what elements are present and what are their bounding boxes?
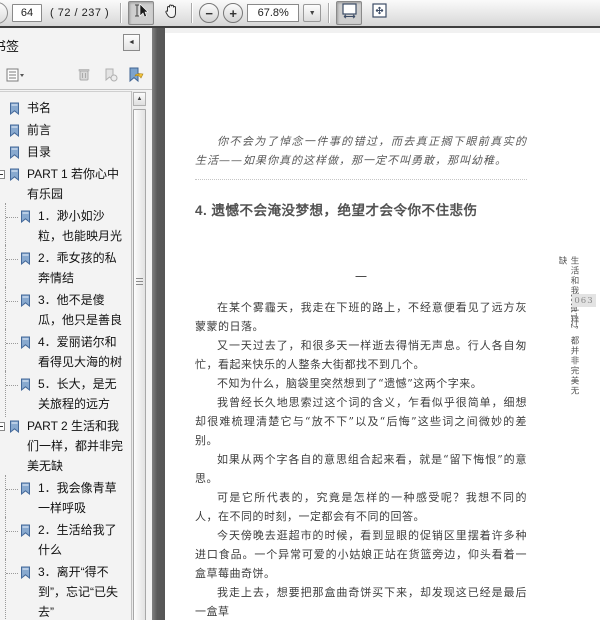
bookmark-outline-icon [103,67,118,82]
hand-tool-icon [163,3,179,24]
body-paragraphs: 在某个雾霾天，我走在下班的路上，不经意便看见了远方灰蒙蒙的日落。 又一天过去了，和… [195,298,527,620]
bookmark-icon [20,481,31,501]
bookmark-item[interactable]: 5．长大，是无关旅程的远方 [0,371,131,417]
body-paragraph: 又一天过去了，和很多天一样逝去得悄无声息。行人各自匆忙，看起来快乐的人整条大街都… [195,339,527,371]
bookmark-icon [20,251,31,271]
bookmark-item[interactable]: PART 1 若你心中有乐园 [0,163,131,205]
zoom-in-button[interactable]: + [223,3,244,23]
bookmark-list: 书名 前言 目录 PART 1 若你心中有乐园 1．渺小如沙粒，也能映月光 2．… [0,91,131,620]
bookmark-item[interactable]: 2．乖女孩的私奔情结 [0,245,131,291]
bookmark-label: PART 2 生活和我们一样，都并非完美无缺 [27,419,124,473]
main-toolbar: ( 72 / 237 ) − + 67.8% ▼ [0,0,600,28]
bookmark-icon [20,293,31,313]
chapter-quote: 你不会为了悼念一件事的错过，而去真正搁下眼前真实的生活——如果你真的这样做，那一… [195,135,527,167]
hand-tool-button[interactable] [158,1,184,25]
bookmark-item[interactable]: 2．生活给我了什么 [0,517,131,563]
body-paragraph: 如果从两个字各自的意思组合起来看，就是“留下悔恨”的意思。 [195,453,527,485]
fit-page-button[interactable] [366,1,392,25]
bookmark-label: 1．我会像青草一样呼吸 [38,481,117,515]
bookmarks-panel-header: 书签 ◄ [0,28,152,60]
bookmark-label: 5．长大，是无关旅程的远方 [38,377,117,411]
bookmark-icon [20,523,31,543]
bookmarks-toolbar [0,60,152,90]
bookmark-options-button[interactable] [6,65,26,85]
collapse-panel-button[interactable]: ◄ [123,34,140,51]
zoom-level-field[interactable]: 67.8% [247,4,300,22]
goto-bookmark-button[interactable] [126,65,146,85]
zoom-in-icon: + [229,5,237,21]
bookmarks-scrollbar[interactable]: ▲ [131,91,146,620]
bookmark-label: 4．爱丽诺尔和看得见大海的树 [38,335,123,369]
toolbar-separator [120,3,122,23]
dotted-divider [195,179,527,180]
section-heading: 4. 遗憾不会淹没梦想，绝望才会令你不住悲伤 [195,203,478,218]
page-count-label: ( 72 / 237 ) [50,7,110,19]
panel-divider[interactable] [152,28,165,620]
fit-width-icon [341,2,358,24]
bookmarks-panel-title: 书签 [0,39,20,54]
zoom-out-button[interactable]: − [199,3,220,23]
bookmark-icon [20,565,31,585]
bookmark-icon [20,209,31,229]
edit-bookmark-button[interactable] [100,65,120,85]
select-tool-button[interactable] [128,1,155,25]
fit-width-button[interactable] [336,1,363,25]
bookmark-arrow-icon [128,67,145,83]
scrollbar-grip [136,278,143,285]
pdf-reader-window: ( 72 / 237 ) − + 67.8% ▼ [0,0,600,620]
prev-page-button[interactable] [0,2,8,24]
bookmark-icon [20,377,31,397]
bookmark-label: 1．渺小如沙粒，也能映月光 [38,209,123,243]
bookmark-label: 3．他不是傻瓜，他只是善良 [38,293,123,327]
bookmark-item[interactable]: 前言 [0,119,131,141]
bookmark-label: 书名 [27,101,52,115]
body-paragraph: 我曾经长久地思索过这个词的含义，乍看似乎很简单，细想却很难梳理清楚它与“放不下”… [195,396,527,447]
zoom-dropdown-button[interactable]: ▼ [303,4,322,22]
document-page: 你不会为了悼念一件事的错过，而去真正搁下眼前真实的生活——如果你真的这样做，那一… [165,28,600,620]
scrollbar-thumb[interactable] [133,109,146,620]
body-paragraph: 我走上去，想要把那盒曲奇饼买下来，却发现这已经是最后一盒草 [195,586,527,618]
select-tool-icon [133,2,149,24]
collapse-node-icon[interactable] [0,422,5,431]
body-paragraph: 在某个雾霾天，我走在下班的路上，不经意便看见了远方灰蒙蒙的日落。 [195,301,527,333]
body-paragraph: 今天傍晚去逛超市的时候，看到显眼的促销区里摆着许多种进口食品。一个异常可爱的小姑… [195,529,527,580]
toolbar-separator [191,3,193,23]
bookmark-icon [9,101,20,121]
collapse-node-icon[interactable] [0,170,5,179]
bookmark-icon [9,123,20,143]
scroll-up-button[interactable]: ▲ [133,92,146,106]
bookmark-label: PART 1 若你心中有乐园 [27,167,120,201]
bookmark-item[interactable]: 3．他不是傻瓜，他只是善良 [0,287,131,333]
bookmark-icon [9,167,20,187]
options-list-icon [6,68,26,82]
zoom-out-icon: − [205,5,213,21]
bookmark-item[interactable]: 4．爱丽诺尔和看得见大海的树 [0,329,131,375]
fit-page-icon [371,2,388,24]
bookmark-label: 目录 [27,145,52,159]
bookmark-item[interactable]: 1．渺小如沙粒，也能映月光 [0,203,131,249]
page-top-strip [165,28,600,33]
section-number-marker: 一 [354,270,367,284]
bookmark-label: 2．生活给我了什么 [38,523,117,557]
page-number-input[interactable] [12,4,42,22]
bookmark-icon [9,419,20,439]
bookmark-label: 2．乖女孩的私奔情结 [38,251,117,285]
body-paragraph: 可是它所代表的，究竟是怎样的一种感受呢？我想不同的人，在不同的时刻，一定都会有不… [195,491,527,523]
chevron-down-icon: ▼ [308,9,316,17]
bookmark-item[interactable]: 目录 [0,141,131,163]
bookmark-item[interactable]: 3．离开“得不到”，忘记“已失去” [0,559,131,620]
bookmarks-panel: 书签 ◄ [0,28,152,620]
bookmark-icon [20,335,31,355]
page-number-badge: 063 [572,294,596,307]
toolbar-separator [328,3,330,23]
delete-bookmark-button[interactable] [74,65,94,85]
bookmark-icon [9,145,20,165]
bookmark-label: 3．离开“得不到”，忘记“已失去” [38,565,118,619]
bookmark-item[interactable]: 书名 [0,97,131,119]
trash-icon [77,67,91,82]
bookmark-label: 前言 [27,123,52,137]
bookmark-item[interactable]: 1．我会像青草一样呼吸 [0,475,131,521]
body-paragraph: 不知为什么，脑袋里突然想到了“遗憾”这两个字来。 [217,377,483,390]
bookmark-item[interactable]: PART 2 生活和我们一样，都并非完美无缺 [0,415,131,477]
